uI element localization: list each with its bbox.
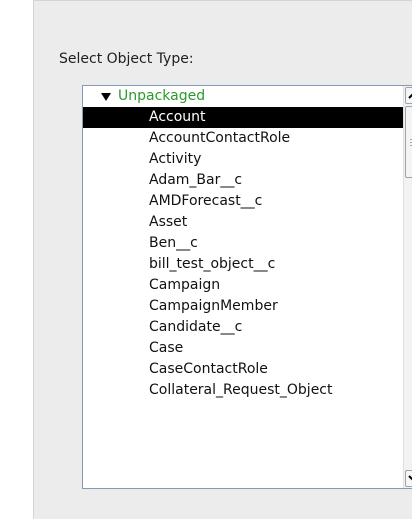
list-item[interactable]: Account [83,107,403,128]
vertical-scrollbar[interactable] [403,86,412,488]
group-label: Unpackaged [118,88,206,104]
list-item[interactable]: Ben__c [83,233,403,254]
select-object-type-label: Select Object Type: [59,51,194,67]
list-item[interactable]: CaseContactRole [83,359,403,380]
scroll-down-button[interactable] [405,470,412,487]
group-unpackaged[interactable]: Unpackaged [83,86,403,107]
list-item[interactable]: Adam_Bar__c [83,170,403,191]
object-type-list: Unpackaged Account AccountContactRole Ac… [83,86,403,488]
list-item[interactable]: bill_test_object__c [83,254,403,275]
list-item[interactable]: Campaign [83,275,403,296]
object-type-panel: Select Object Type: Unpackaged Account A… [33,0,412,519]
list-item[interactable]: AMDForecast__c [83,191,403,212]
list-item[interactable]: AccountContactRole [83,128,403,149]
list-item[interactable]: CampaignMember [83,296,403,317]
chevron-up-icon [408,93,412,99]
list-item[interactable]: Activity [83,149,403,170]
scroll-up-button[interactable] [405,87,412,104]
chevron-down-icon [408,475,412,481]
scroll-thumb[interactable] [405,106,412,178]
expand-triangle-icon[interactable] [101,92,111,101]
list-item[interactable]: Candidate__c [83,317,403,338]
list-item[interactable]: Case [83,338,403,359]
list-item[interactable]: Collateral_Request_Object [83,380,403,401]
object-type-listbox[interactable]: Unpackaged Account AccountContactRole Ac… [82,85,412,489]
list-item[interactable]: Asset [83,212,403,233]
